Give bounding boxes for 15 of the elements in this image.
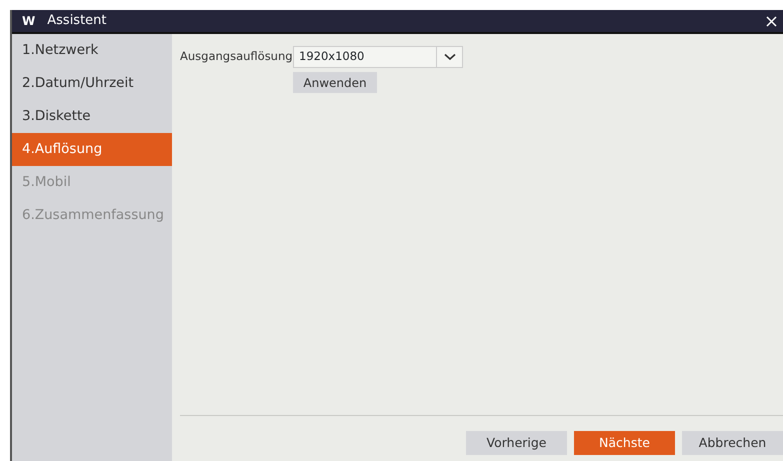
apply-button[interactable]: Anwenden — [293, 72, 377, 93]
logo: W — [22, 13, 36, 30]
sidebar-item[interactable]: 1.Netzwerk — [12, 34, 172, 67]
next-button[interactable]: Nächste — [574, 431, 675, 455]
chevron-down-icon — [444, 53, 456, 61]
wizard-button[interactable]: Abbrechen — [682, 431, 783, 455]
window-title: Assistent — [47, 12, 107, 30]
wizard-button[interactable]: Vorherige — [466, 431, 567, 455]
sidebar-item[interactable]: 3.Diskette — [12, 100, 172, 133]
resolution-dropdown[interactable]: 1920x1080 — [293, 46, 463, 68]
sidebar-item[interactable]: 4.Auflösung — [12, 133, 172, 166]
sidebar-item[interactable]: 2.Datum/Uhrzeit — [12, 67, 172, 100]
close-button[interactable] — [766, 14, 777, 28]
field-label: Ausgangsauflösung — [180, 48, 293, 66]
close-icon — [766, 16, 777, 27]
